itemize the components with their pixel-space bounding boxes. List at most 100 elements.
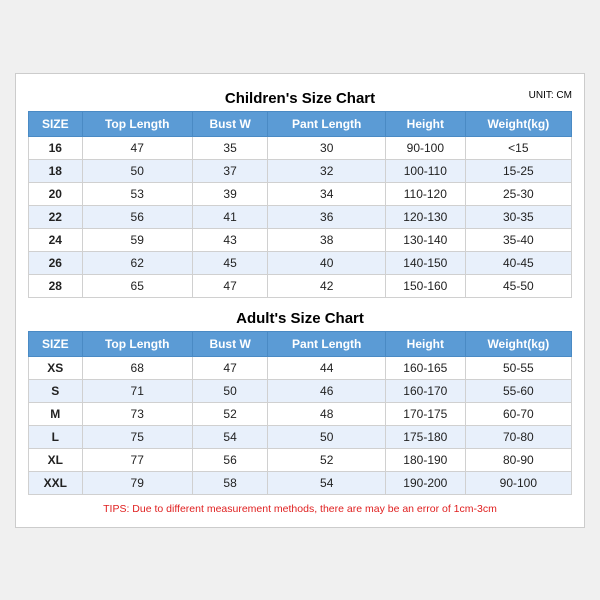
table-cell: 20 [29, 182, 83, 205]
table-row: L755450175-18070-80 [29, 425, 572, 448]
table-row: 22564136120-13030-35 [29, 205, 572, 228]
unit-label: UNIT: CM [529, 90, 572, 101]
table-cell: 47 [192, 274, 268, 297]
table-cell: 90-100 [465, 471, 571, 494]
table-cell: 68 [82, 356, 192, 379]
table-cell: XXL [29, 471, 83, 494]
table-cell: 35 [192, 136, 268, 159]
table-row: 28654742150-16045-50 [29, 274, 572, 297]
table-row: 1647353090-100<15 [29, 136, 572, 159]
table-cell: 52 [192, 402, 268, 425]
table-cell: 46 [268, 379, 386, 402]
table-cell: 80-90 [465, 448, 571, 471]
children-body: 1647353090-100<1518503732100-11015-25205… [29, 136, 572, 297]
table-cell: 175-180 [386, 425, 466, 448]
table-cell: 150-160 [386, 274, 466, 297]
children-col-bustw: Bust W [192, 111, 268, 136]
table-row: XXL795854190-20090-100 [29, 471, 572, 494]
table-cell: 55-60 [465, 379, 571, 402]
table-cell: 15-25 [465, 159, 571, 182]
table-cell: 160-170 [386, 379, 466, 402]
table-cell: 24 [29, 228, 83, 251]
table-cell: 45-50 [465, 274, 571, 297]
children-col-size: SIZE [29, 111, 83, 136]
children-table: SIZE Top Length Bust W Pant Length Heigh… [28, 111, 572, 298]
table-cell: 30-35 [465, 205, 571, 228]
adults-header-row: SIZE Top Length Bust W Pant Length Heigh… [29, 331, 572, 356]
table-cell: S [29, 379, 83, 402]
table-cell: 56 [82, 205, 192, 228]
table-cell: 42 [268, 274, 386, 297]
table-cell: 50 [268, 425, 386, 448]
children-col-weight: Weight(kg) [465, 111, 571, 136]
adults-col-height: Height [386, 331, 466, 356]
table-cell: 180-190 [386, 448, 466, 471]
table-row: 24594338130-14035-40 [29, 228, 572, 251]
adults-title: Adult's Size Chart [28, 304, 572, 331]
table-cell: 58 [192, 471, 268, 494]
table-cell: 60-70 [465, 402, 571, 425]
table-cell: 160-165 [386, 356, 466, 379]
table-cell: 75 [82, 425, 192, 448]
table-row: M735248170-17560-70 [29, 402, 572, 425]
adults-col-size: SIZE [29, 331, 83, 356]
table-cell: 100-110 [386, 159, 466, 182]
table-row: 26624540140-15040-45 [29, 251, 572, 274]
table-cell: 79 [82, 471, 192, 494]
children-title-text: Children's Size Chart [225, 90, 375, 107]
table-cell: 43 [192, 228, 268, 251]
table-cell: 35-40 [465, 228, 571, 251]
table-row: 20533934110-12025-30 [29, 182, 572, 205]
table-cell: 25-30 [465, 182, 571, 205]
table-cell: XL [29, 448, 83, 471]
table-cell: 32 [268, 159, 386, 182]
adults-table: SIZE Top Length Bust W Pant Length Heigh… [28, 331, 572, 495]
table-cell: 52 [268, 448, 386, 471]
table-cell: 54 [268, 471, 386, 494]
table-cell: 38 [268, 228, 386, 251]
table-cell: 47 [82, 136, 192, 159]
table-cell: 28 [29, 274, 83, 297]
table-cell: 56 [192, 448, 268, 471]
table-cell: 170-175 [386, 402, 466, 425]
table-cell: 59 [82, 228, 192, 251]
tips-text: TIPS: Due to different measurement metho… [28, 503, 572, 515]
children-header-row: SIZE Top Length Bust W Pant Length Heigh… [29, 111, 572, 136]
adults-col-weight: Weight(kg) [465, 331, 571, 356]
table-cell: 90-100 [386, 136, 466, 159]
adults-body: XS684744160-16550-55S715046160-17055-60M… [29, 356, 572, 494]
table-cell: 130-140 [386, 228, 466, 251]
table-cell: M [29, 402, 83, 425]
table-cell: 47 [192, 356, 268, 379]
table-cell: 50-55 [465, 356, 571, 379]
children-col-pantlength: Pant Length [268, 111, 386, 136]
table-cell: 44 [268, 356, 386, 379]
table-cell: 50 [82, 159, 192, 182]
table-row: 18503732100-11015-25 [29, 159, 572, 182]
children-col-height: Height [386, 111, 466, 136]
table-cell: 48 [268, 402, 386, 425]
table-cell: 140-150 [386, 251, 466, 274]
adults-col-toplength: Top Length [82, 331, 192, 356]
adults-col-bustw: Bust W [192, 331, 268, 356]
table-cell: 37 [192, 159, 268, 182]
table-cell: 70-80 [465, 425, 571, 448]
table-cell: 36 [268, 205, 386, 228]
table-cell: 40 [268, 251, 386, 274]
adults-col-pantlength: Pant Length [268, 331, 386, 356]
table-cell: 73 [82, 402, 192, 425]
table-cell: 30 [268, 136, 386, 159]
children-col-toplength: Top Length [82, 111, 192, 136]
table-cell: 53 [82, 182, 192, 205]
table-cell: 120-130 [386, 205, 466, 228]
table-cell: 62 [82, 251, 192, 274]
table-cell: 77 [82, 448, 192, 471]
table-row: S715046160-17055-60 [29, 379, 572, 402]
table-cell: 22 [29, 205, 83, 228]
table-row: XS684744160-16550-55 [29, 356, 572, 379]
table-cell: 18 [29, 159, 83, 182]
table-cell: <15 [465, 136, 571, 159]
table-cell: L [29, 425, 83, 448]
table-cell: 110-120 [386, 182, 466, 205]
table-cell: 45 [192, 251, 268, 274]
